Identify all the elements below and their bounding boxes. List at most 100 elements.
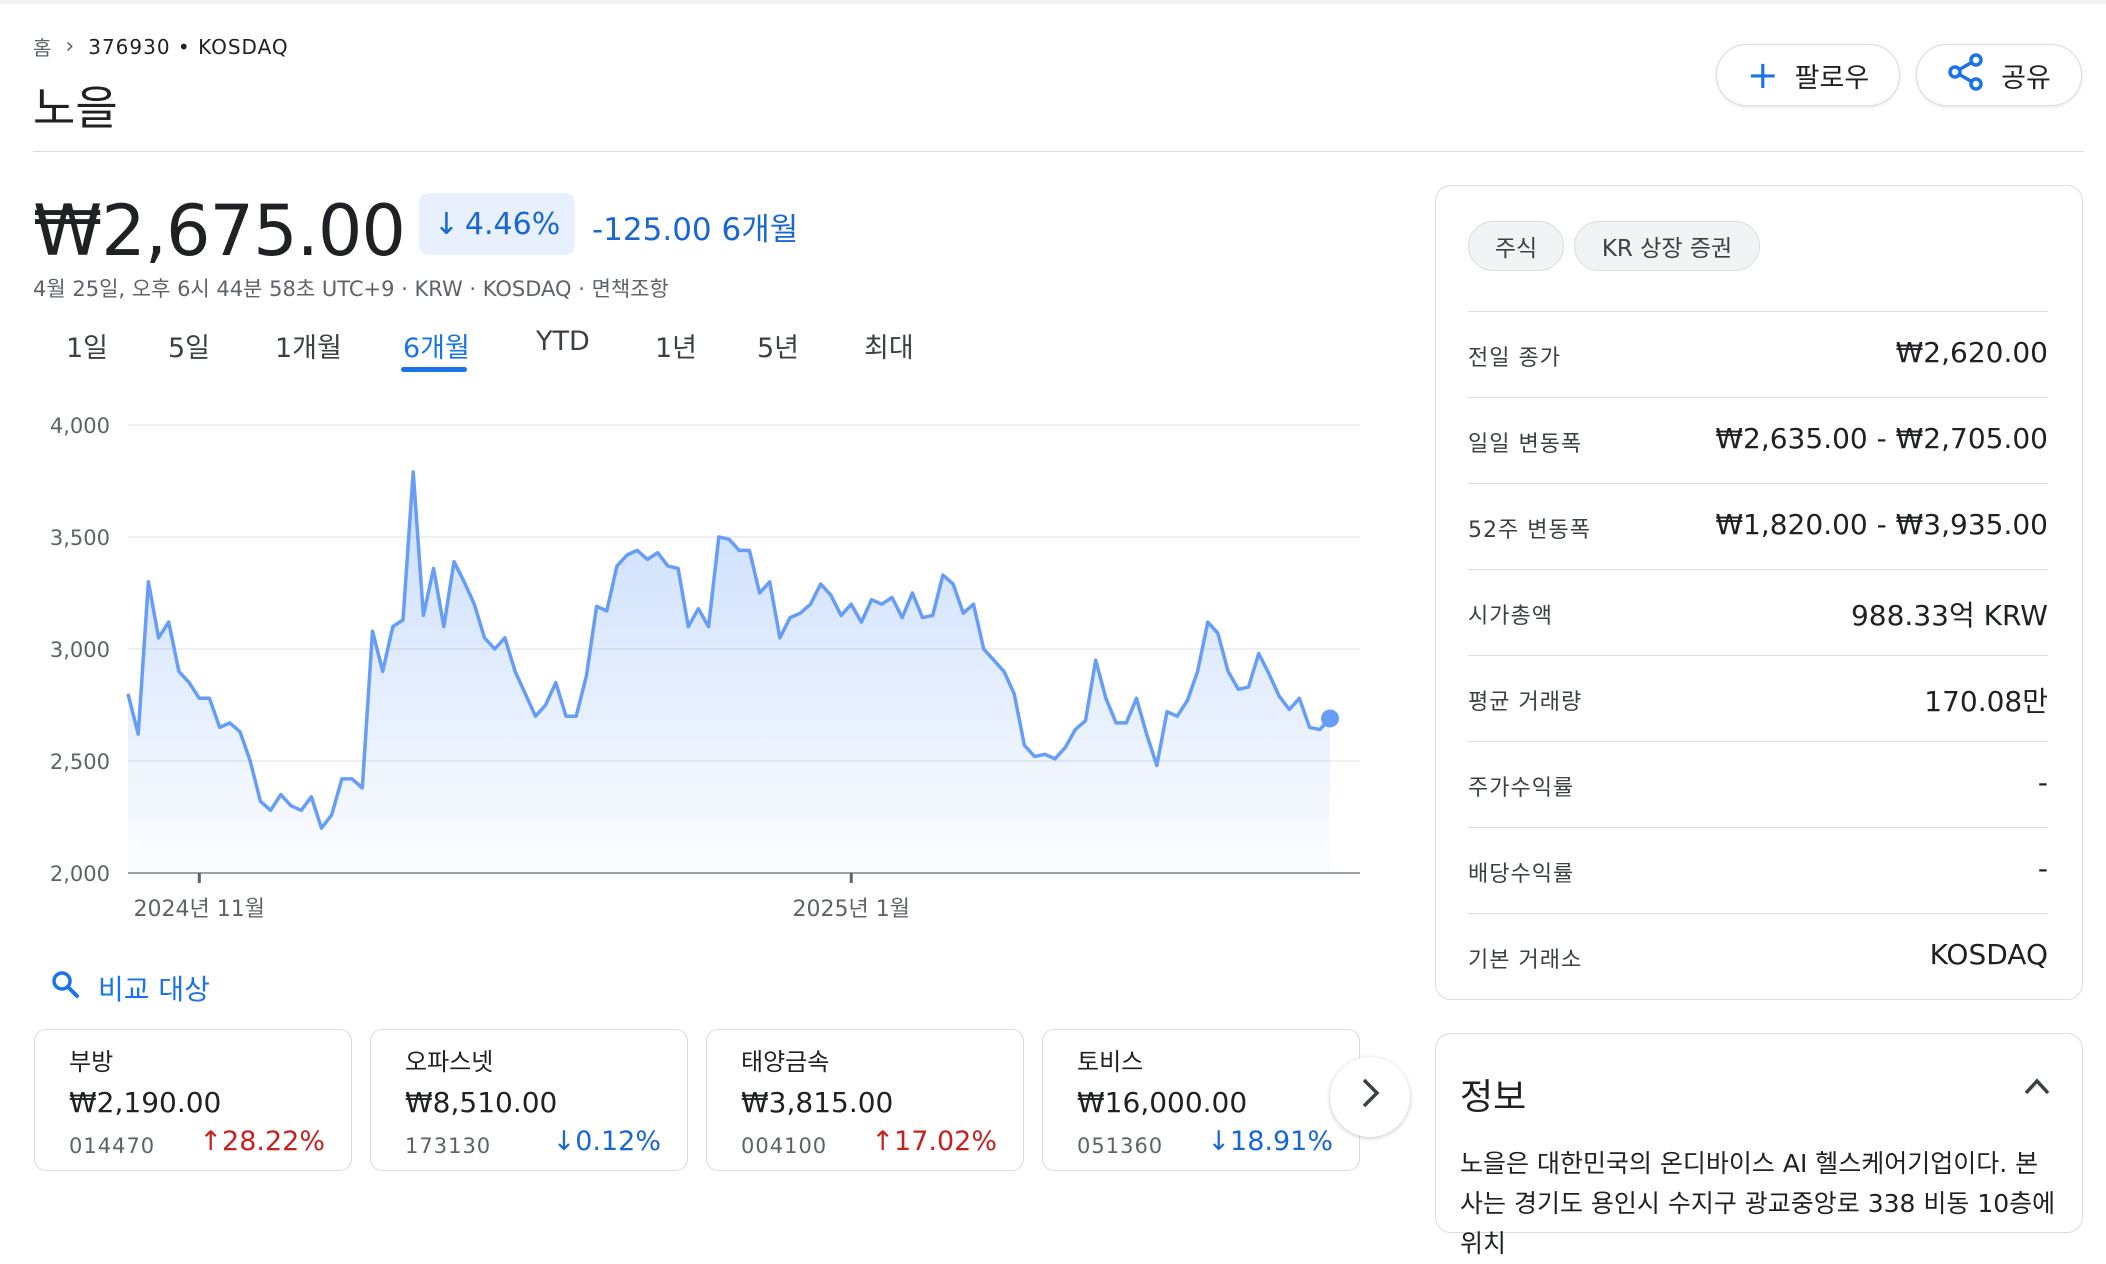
stat-label: 주가수익률	[1468, 776, 1575, 801]
about-description: 노을은 대한민국의 온디바이스 AI 헬스케어기업이다. 본사는 경기도 용인시…	[1460, 1149, 2056, 1258]
compare-card-pct: 0.12%	[575, 1126, 661, 1157]
range-tab[interactable]: 1년	[655, 326, 697, 365]
change-absolute: -125.00 6개월	[592, 212, 799, 248]
compare-card[interactable]: 토비스 ₩16,000.00 051360 ↓18.91%	[1042, 1029, 1360, 1171]
collapse-button[interactable]	[2022, 1070, 2052, 1105]
compare-card-change: ↓18.91%	[1207, 1126, 1333, 1157]
header-divider	[33, 151, 2084, 152]
share-icon	[1947, 52, 1985, 98]
compare-card[interactable]: 오파스넷 ₩8,510.00 173130 ↓0.12%	[370, 1029, 688, 1171]
compare-card-name: 태양금속	[741, 1048, 830, 1076]
breadcrumb-home-link[interactable]: 홈	[33, 32, 51, 61]
compare-card-code: 014470	[69, 1134, 156, 1158]
compare-label: 비교 대상	[98, 973, 210, 1006]
about-panel: 정보 노을은 대한민국의 온디바이스 AI 헬스케어기업이다. 본사는 경기도 …	[1435, 1033, 2083, 1258]
stat-value: ₩2,635.00 - ₩2,705.00	[1715, 422, 2048, 455]
stats-panel: 주식 KR 상장 증권전일 종가 ₩2,620.00 일일 변동폭 ₩2,635.00 …	[1435, 185, 2083, 1000]
chevron-right-icon: ›	[65, 34, 75, 59]
stat-label: 평균 거래량	[1468, 690, 1583, 715]
compare-card-code: 173130	[405, 1134, 492, 1158]
stat-label: 일일 변동폭	[1468, 432, 1583, 457]
range-tab[interactable]: 6개월	[403, 326, 470, 365]
compare-card[interactable]: 태양금속 ₩3,815.00 004100 ↑17.02%	[706, 1029, 1024, 1171]
stat-row: 배당수익률 -	[1468, 827, 2048, 914]
range-tab[interactable]: 최대	[864, 326, 914, 365]
stat-label: 배당수익률	[1468, 862, 1575, 887]
range-tab[interactable]: 1개월	[275, 326, 342, 365]
x-tick-label: 2024년 11월	[134, 897, 265, 922]
breadcrumb-ticker: 376930 • KOSDAQ	[88, 34, 289, 59]
next-cards-button[interactable]	[1330, 1057, 1410, 1137]
stat-label: 기본 거래소	[1468, 948, 1583, 973]
stat-row: 52주 변동폭 ₩1,820.00 - ₩3,935.00	[1468, 483, 2048, 570]
compare-link[interactable]: 비교 대상	[50, 968, 210, 1008]
y-tick-label: 4,000	[50, 414, 110, 438]
compare-card-name: 오파스넷	[405, 1048, 494, 1076]
y-tick-label: 3,500	[50, 526, 110, 550]
category-chip[interactable]: KR 상장 증권	[1574, 221, 1760, 271]
top-strip	[0, 0, 2106, 4]
quote-meta: 4월 25일, 오후 6시 44분 58초 UTC+9 · KRW · KOSD…	[33, 277, 669, 301]
compare-card-price: ₩3,815.00	[741, 1086, 894, 1119]
stat-row: 기본 거래소 KOSDAQ	[1468, 913, 2048, 1000]
follow-button[interactable]: + 팔로우	[1716, 44, 1900, 106]
stat-label: 52주 변동폭	[1468, 518, 1591, 543]
range-tab[interactable]: 5년	[757, 326, 799, 365]
plus-icon: +	[1746, 53, 1779, 97]
y-tick-label: 2,500	[50, 750, 110, 774]
y-tick-label: 2,000	[50, 862, 110, 886]
chart-area-fill	[128, 472, 1330, 873]
compare-card[interactable]: 부방 ₩2,190.00 014470 ↑28.22%	[34, 1029, 352, 1171]
arrow-down-icon: ↓	[433, 206, 459, 242]
stat-row: 전일 종가 ₩2,620.00	[1468, 311, 2048, 398]
compare-card-name: 토비스	[1077, 1048, 1144, 1076]
stat-value: ₩1,820.00 - ₩3,935.00	[1715, 508, 2048, 541]
category-chip[interactable]: 주식	[1468, 221, 1564, 271]
follow-label: 팔로우	[1794, 62, 1870, 94]
stat-row: 시가총액 988.33억 KRW	[1468, 569, 2048, 656]
chart-last-point	[1321, 709, 1339, 728]
chevron-up-icon	[2022, 1070, 2052, 1105]
range-tab[interactable]: YTD	[536, 326, 590, 357]
arrow-down-icon: ↓	[1207, 1126, 1231, 1157]
arrow-up-icon: ↑	[199, 1126, 223, 1157]
price-chart[interactable]: 4,000 3,500 3,000 2,500 2,000 2024년 11월 2025년…	[30, 400, 1360, 930]
stat-value: 170.08만	[1924, 685, 2048, 718]
arrow-down-icon: ↓	[552, 1126, 576, 1157]
y-tick-label: 3,000	[50, 638, 110, 662]
chevron-right-icon	[1355, 1075, 1385, 1120]
compare-card-price: ₩2,190.00	[69, 1086, 222, 1119]
share-label: 공유	[2001, 62, 2051, 94]
search-icon	[50, 969, 80, 1007]
stat-value: ₩2,620.00	[1895, 336, 2048, 369]
stat-row: 평균 거래량 170.08만	[1468, 655, 2048, 742]
compare-card-code: 004100	[741, 1134, 828, 1158]
compare-card-code: 051360	[1077, 1134, 1164, 1158]
compare-card-pct: 17.02%	[894, 1126, 997, 1157]
compare-card-change: ↑28.22%	[199, 1126, 325, 1157]
share-button[interactable]: 공유	[1916, 44, 2082, 106]
range-tab[interactable]: 5일	[168, 326, 210, 365]
current-price: ₩2,675.00	[33, 190, 406, 272]
page-title: 노을	[33, 81, 118, 135]
stat-value: -	[2037, 852, 2048, 885]
stat-value: 988.33억 KRW	[1850, 599, 2048, 632]
stat-value: KOSDAQ	[1929, 938, 2048, 971]
range-tab[interactable]: 1일	[66, 326, 108, 365]
stat-row: 일일 변동폭 ₩2,635.00 - ₩2,705.00	[1468, 397, 2048, 484]
arrow-up-icon: ↑	[871, 1126, 895, 1157]
stat-label: 전일 종가	[1468, 346, 1561, 371]
compare-card-change: ↓0.12%	[553, 1126, 661, 1157]
stat-label: 시가총액	[1468, 604, 1553, 629]
change-percent: 4.46%	[464, 206, 561, 242]
compare-card-pct: 28.22%	[222, 1126, 325, 1157]
breadcrumb: 홈 › 376930 • KOSDAQ	[33, 32, 289, 61]
compare-card-pct: 18.91%	[1230, 1126, 1333, 1157]
stat-row: 주가수익률 -	[1468, 741, 2048, 828]
stat-value: -	[2037, 766, 2048, 799]
compare-card-price: ₩16,000.00	[1077, 1086, 1248, 1119]
active-range-indicator	[401, 367, 467, 372]
compare-card-price: ₩8,510.00	[405, 1086, 558, 1119]
compare-card-change: ↑17.02%	[871, 1126, 997, 1157]
change-percent-badge: ↓ 4.46%	[419, 193, 575, 255]
